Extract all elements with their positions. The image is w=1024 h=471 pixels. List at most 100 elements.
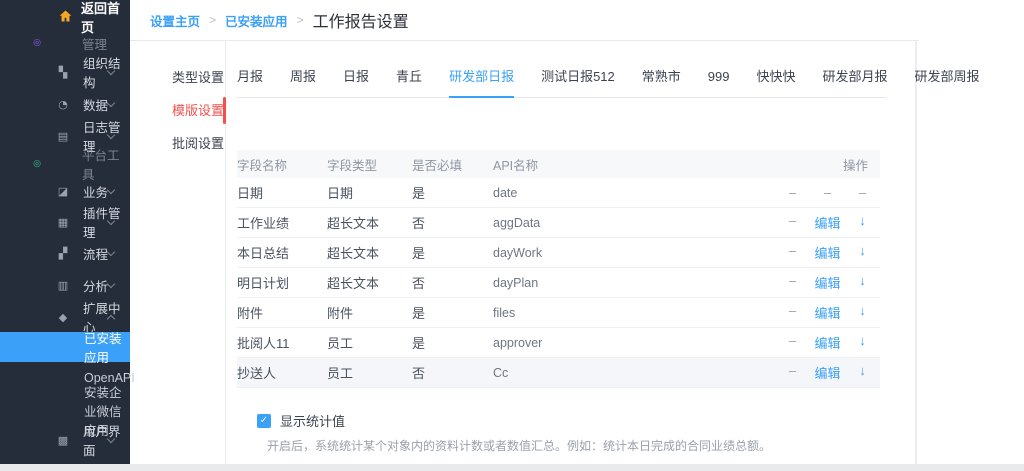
table-row: 附件 附件 是 files – 编辑 ↓: [237, 298, 880, 328]
chevron-down-icon: [107, 186, 115, 194]
move-down-icon[interactable]: ↓: [845, 243, 880, 262]
move-down-icon[interactable]: ↓: [845, 273, 880, 292]
breadcrumb-separator: >: [209, 13, 216, 27]
op-dash: –: [810, 185, 845, 200]
sidebar-subitem-installed-apps[interactable]: 已安装应用: [0, 332, 130, 362]
move-down-icon[interactable]: ↓: [845, 363, 880, 382]
edit-button[interactable]: 编辑: [810, 333, 845, 352]
edit-button[interactable]: 编辑: [810, 363, 845, 382]
chevron-down-icon: [107, 99, 115, 107]
edit-button[interactable]: 编辑: [810, 243, 845, 262]
breadcrumb: 设置主页 > 已安装应用 > 工作报告设置: [130, 0, 1024, 40]
op-dash: –: [775, 185, 810, 200]
op-dash: –: [775, 303, 810, 322]
settings-menu-template[interactable]: 模版设置: [130, 94, 225, 127]
sidebar-item-org-structure[interactable]: ▚ 组织结构: [0, 57, 130, 87]
op-dash: –: [775, 243, 810, 262]
ring-purple-icon: ◎: [30, 38, 44, 48]
sidebar-item-data[interactable]: ◔ 数据: [0, 89, 130, 119]
cell-required: 否: [412, 273, 493, 292]
sidebar-section-label: 管理: [82, 34, 107, 53]
edit-button[interactable]: 编辑: [810, 273, 845, 292]
tab-test-daily-512[interactable]: 测试日报512: [541, 67, 615, 97]
cell-field-name: 本日总结: [237, 243, 327, 262]
table-row: 工作业绩 超长文本 否 aggData – 编辑 ↓: [237, 208, 880, 238]
cell-field-name: 明日计划: [237, 273, 327, 292]
op-dash: –: [775, 333, 810, 352]
cell-field-type: 员工: [327, 363, 412, 382]
edit-button[interactable]: 编辑: [810, 303, 845, 322]
chevron-down-icon: [107, 280, 115, 288]
cell-required: 是: [412, 183, 493, 202]
move-down-icon[interactable]: ↓: [845, 303, 880, 322]
op-dash: –: [775, 213, 810, 232]
settings-menu-review[interactable]: 批阅设置: [130, 127, 225, 160]
cell-api-name: Cc: [493, 366, 765, 380]
move-down-icon[interactable]: ↓: [845, 333, 880, 352]
sidebar-item-label: 用户界面: [83, 421, 130, 459]
home-icon: [58, 9, 72, 26]
col-header-required: 是否必填: [412, 155, 493, 174]
tab-monthly[interactable]: 月报: [237, 67, 263, 97]
cell-api-name: files: [493, 306, 765, 320]
show-stats-checkbox[interactable]: ✓: [257, 414, 271, 428]
ui-icon: ▩: [56, 434, 70, 447]
sidebar-item-plugin-manage[interactable]: ▦ 插件管理: [0, 207, 130, 237]
breadcrumb-link-installed-apps[interactable]: 已安装应用: [225, 11, 288, 30]
sidebar-item-label: 分析: [83, 276, 108, 295]
settings-menu-type[interactable]: 类型设置: [130, 61, 225, 94]
analysis-icon: ▥: [56, 279, 70, 292]
tab-rd-weekly[interactable]: 研发部周报: [915, 67, 980, 97]
cell-required: 是: [412, 243, 493, 262]
edit-button[interactable]: 编辑: [810, 213, 845, 232]
op-dash: –: [775, 273, 810, 292]
tab-999[interactable]: 999: [708, 67, 730, 97]
table-row: 抄送人 员工 否 Cc – 编辑 ↓: [237, 358, 880, 388]
breadcrumb-separator: >: [297, 13, 304, 27]
col-header-field-name: 字段名称: [237, 155, 327, 174]
cell-field-type: 日期: [327, 183, 412, 202]
table-header-row: 字段名称 字段类型 是否必填 API名称 操作: [237, 150, 880, 178]
sidebar-item-user-interface[interactable]: ▩ 用户界面: [0, 425, 130, 455]
cell-api-name: dayWork: [493, 246, 765, 260]
cell-api-name: dayPlan: [493, 276, 765, 290]
table-row: 本日总结 超长文本 是 dayWork – 编辑 ↓: [237, 238, 880, 268]
tab-qingqiu[interactable]: 青丘: [396, 67, 422, 97]
col-header-api-name: API名称: [493, 155, 765, 174]
move-down-icon[interactable]: ↓: [845, 213, 880, 232]
sidebar-item-process[interactable]: ▞ 流程: [0, 238, 130, 268]
main-content: 月报 周报 日报 青丘 研发部日报 测试日报512 常熟市 999 快快快 研发…: [237, 41, 887, 471]
report-type-tabs: 月报 周报 日报 青丘 研发部日报 测试日报512 常熟市 999 快快快 研发…: [237, 41, 887, 98]
sidebar-item-business[interactable]: ◪ 业务: [0, 176, 130, 206]
sidebar-item-label: 组织结构: [83, 53, 130, 91]
col-header-field-type: 字段类型: [327, 155, 412, 174]
cell-field-type: 超长文本: [327, 213, 412, 232]
sidebar-item-label: 插件管理: [83, 203, 130, 241]
cell-field-name: 附件: [237, 303, 327, 322]
tab-rd-daily[interactable]: 研发部日报: [449, 67, 514, 98]
sidebar-item-analysis[interactable]: ▥ 分析: [0, 270, 130, 300]
tab-rd-monthly[interactable]: 研发部月报: [823, 67, 888, 97]
col-header-ops: 操作: [765, 155, 880, 174]
business-icon: ◪: [56, 185, 70, 198]
show-stats-label: 显示统计值: [280, 411, 345, 430]
cell-required: 是: [412, 303, 493, 322]
sidebar-item-label: 数据: [83, 95, 108, 114]
data-icon: ◔: [56, 98, 70, 111]
plugin-icon: ▦: [56, 216, 70, 229]
show-stats-description: 开启后，系统统计某个对象内的资料计数或者数值汇总。例如：统计本日完成的合同业绩总…: [267, 437, 887, 454]
tab-changshu[interactable]: 常熟市: [642, 67, 681, 97]
tab-weekly[interactable]: 周报: [290, 67, 316, 97]
breadcrumb-link-settings-home[interactable]: 设置主页: [150, 11, 200, 30]
cell-field-type: 附件: [327, 303, 412, 322]
cell-api-name: date: [493, 186, 765, 200]
cell-required: 否: [412, 363, 493, 382]
tab-kuaikuaikuai[interactable]: 快快快: [757, 67, 796, 97]
tab-daily[interactable]: 日报: [343, 67, 369, 97]
org-structure-icon: ▚: [56, 66, 70, 79]
sidebar-item-label: 业务: [83, 182, 108, 201]
extension-icon: ◆: [56, 311, 70, 324]
active-menu-indicator: [223, 97, 226, 124]
cell-field-type: 员工: [327, 333, 412, 352]
page-title: 工作报告设置: [313, 8, 409, 32]
